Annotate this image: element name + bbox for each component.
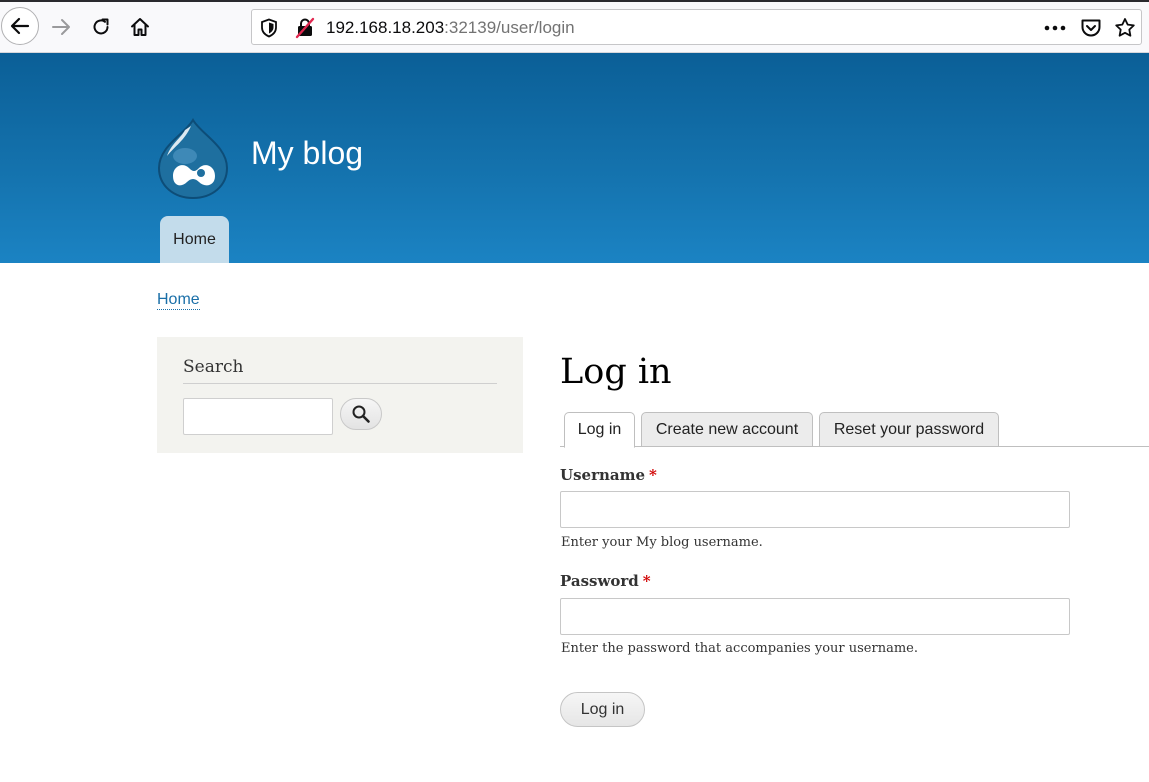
password-description: Enter the password that accompanies your… — [561, 641, 918, 656]
password-label-text: Password — [560, 572, 639, 590]
insecure-lock-icon[interactable] — [295, 17, 315, 39]
password-label: Password * — [560, 572, 651, 590]
tab-log-in[interactable]: Log in — [564, 412, 635, 448]
reload-button[interactable] — [83, 9, 119, 45]
page-title: Log in — [560, 352, 672, 392]
page-actions-button[interactable] — [1042, 16, 1068, 40]
tab-strip-edge — [0, 0, 1149, 2]
log-in-submit-button[interactable]: Log in — [560, 692, 645, 727]
pocket-button[interactable] — [1078, 16, 1104, 40]
username-label-text: Username — [560, 466, 646, 484]
pocket-icon — [1081, 19, 1101, 37]
bookmark-button[interactable] — [1112, 16, 1138, 40]
tab-create-new-account[interactable]: Create new account — [641, 412, 813, 447]
reload-icon — [93, 18, 109, 35]
address-bar[interactable]: 192.168.18.203:32139/user/login — [251, 9, 1142, 45]
password-field[interactable] — [560, 598, 1070, 635]
search-block: Search — [157, 337, 523, 453]
search-block-title: Search — [183, 357, 497, 384]
search-input[interactable] — [183, 398, 333, 435]
home-icon — [131, 18, 149, 36]
forward-button[interactable] — [43, 9, 79, 45]
url-host: 192.168.18.203 — [326, 18, 445, 37]
browser-toolbar: 192.168.18.203:32139/user/login — [0, 0, 1149, 53]
username-label: Username * — [560, 466, 657, 484]
nav-home-tab[interactable]: Home — [160, 216, 229, 263]
home-button[interactable] — [122, 9, 158, 45]
tab-reset-password[interactable]: Reset your password — [819, 412, 999, 447]
arrow-left-icon — [10, 17, 30, 35]
site-header: My blog Home — [0, 53, 1149, 263]
site-name[interactable]: My blog — [251, 135, 363, 172]
url-port-path: :32139/user/login — [444, 18, 575, 37]
username-field[interactable] — [560, 491, 1070, 528]
more-dots-icon — [1044, 25, 1066, 31]
required-marker: * — [642, 572, 651, 590]
drupal-logo-icon[interactable] — [155, 116, 231, 200]
star-icon — [1115, 18, 1135, 37]
username-description: Enter your My blog username. — [561, 535, 763, 550]
search-icon — [352, 405, 370, 423]
arrow-right-icon — [52, 19, 70, 35]
search-button[interactable] — [340, 398, 382, 430]
back-button[interactable] — [1, 7, 39, 45]
tracking-protection-shield-icon[interactable] — [260, 18, 278, 38]
breadcrumb-home-link[interactable]: Home — [157, 291, 200, 310]
url-text[interactable]: 192.168.18.203:32139/user/login — [326, 18, 575, 38]
required-marker: * — [649, 466, 657, 484]
